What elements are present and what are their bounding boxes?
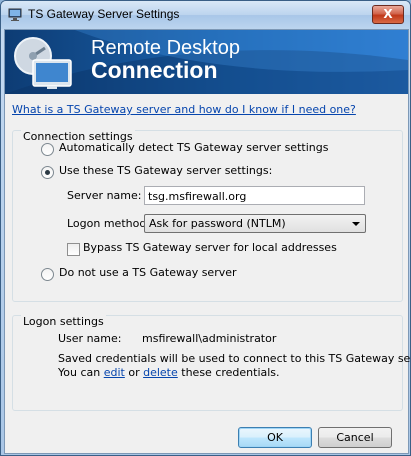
dialog-window: TS Gateway Server Settings X Remote Desk… xyxy=(0,0,411,456)
radio-auto-detect[interactable] xyxy=(41,143,54,156)
credentials-info-line1: Saved credentials will be used to connec… xyxy=(58,352,411,365)
edit-credentials-link[interactable]: edit xyxy=(104,366,125,379)
radio-no-gateway-label[interactable]: Do not use a TS Gateway server xyxy=(59,266,237,279)
window-title: TS Gateway Server Settings xyxy=(28,7,180,21)
help-link[interactable]: What is a TS Gateway server and how do I… xyxy=(12,103,356,116)
server-name-input[interactable]: tsg.msfirewall.org xyxy=(144,186,365,205)
credentials-or: or xyxy=(128,366,140,379)
credentials-info-line2: You can edit or delete these credentials… xyxy=(58,366,280,379)
chevron-down-icon xyxy=(352,222,360,226)
logon-method-dropdown[interactable]: Ask for password (NTLM) xyxy=(144,214,366,233)
bypass-local-label[interactable]: Bypass TS Gateway server for local addre… xyxy=(83,241,337,254)
radio-no-gateway[interactable] xyxy=(41,268,54,281)
dialog-client-area: Remote Desktop Connection What is a TS G… xyxy=(4,29,410,454)
close-button[interactable]: X xyxy=(372,5,404,24)
radio-use-these-settings[interactable] xyxy=(41,166,54,179)
user-name-label: User name: xyxy=(58,332,122,345)
logon-method-label: Logon method: xyxy=(67,217,151,230)
credentials-prefix: You can xyxy=(58,366,101,379)
logon-settings-title: Logon settings xyxy=(21,315,106,328)
credentials-suffix: these credentials. xyxy=(181,366,280,379)
cancel-button[interactable]: Cancel xyxy=(318,427,392,448)
ok-button[interactable]: OK xyxy=(238,427,312,448)
server-name-value: tsg.msfirewall.org xyxy=(148,190,247,203)
user-name-value: msfirewall\administrator xyxy=(142,332,277,345)
remote-desktop-app-icon xyxy=(8,8,22,21)
server-name-label: Server name: xyxy=(67,189,142,202)
close-icon: X xyxy=(383,7,393,21)
remote-desktop-computer-icon xyxy=(14,37,72,89)
delete-credentials-link[interactable]: delete xyxy=(143,366,178,379)
title-bar[interactable]: TS Gateway Server Settings X xyxy=(1,1,410,29)
logon-method-value: Ask for password (NTLM) xyxy=(149,217,286,230)
bypass-local-checkbox[interactable] xyxy=(67,243,80,256)
banner-title-line2: Connection xyxy=(91,57,218,83)
radio-auto-detect-label[interactable]: Automatically detect TS Gateway server s… xyxy=(59,141,328,154)
connection-settings-group: Connection settings Automatically detect… xyxy=(12,130,403,302)
header-banner: Remote Desktop Connection xyxy=(5,30,408,94)
radio-use-these-settings-label[interactable]: Use these TS Gateway server settings: xyxy=(59,164,272,177)
logon-settings-group: Logon settings User name: msfirewall\adm… xyxy=(12,315,410,411)
